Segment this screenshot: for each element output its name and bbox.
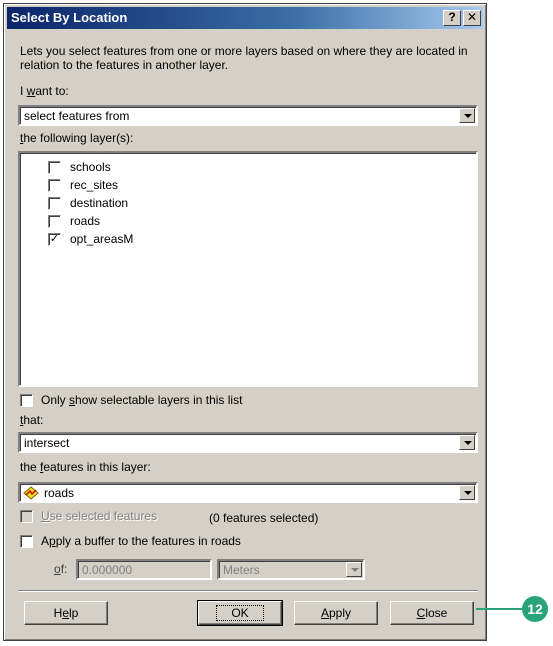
layer-name: opt_areasM	[70, 232, 134, 246]
source-layer-dropdown[interactable]: roads	[18, 482, 478, 503]
only-show-checkbox[interactable]	[20, 394, 33, 407]
layers-label: the following layer(s):	[20, 131, 134, 145]
buffer-distance-input: 0.000000	[76, 559, 212, 580]
of-label: of:	[54, 562, 68, 576]
i-want-to-label: I want to:	[20, 84, 69, 98]
selected-count-text: (0 features selected)	[209, 511, 319, 525]
layer-checkbox[interactable]: ✓	[48, 233, 61, 246]
method-dropdown[interactable]: select features from	[18, 105, 478, 126]
description-text: Lets you select features from one or mor…	[20, 44, 468, 72]
step-callout-badge: 12	[522, 596, 548, 622]
method-value: select features from	[24, 109, 130, 123]
features-layer-label: the features in this layer:	[20, 460, 151, 474]
layer-name: schools	[70, 160, 111, 174]
close-title-button[interactable]: ✕	[463, 10, 481, 26]
layer-name: rec_sites	[70, 178, 119, 192]
buffer-units-dropdown: Meters	[217, 559, 365, 580]
select-by-location-dialog: Select By Location ? ✕ Lets you select f…	[3, 3, 487, 641]
layer-checkbox[interactable]	[48, 179, 61, 192]
line-layer-icon	[23, 486, 39, 500]
help-title-button[interactable]: ?	[443, 10, 461, 26]
ok-button[interactable]: OK	[197, 600, 283, 626]
help-button[interactable]: Help	[24, 601, 108, 625]
callout-line	[476, 608, 526, 610]
layer-checkbox[interactable]	[48, 161, 61, 174]
chevron-down-icon[interactable]	[459, 435, 475, 450]
apply-button[interactable]: Apply	[294, 601, 378, 625]
window-title: Select By Location	[11, 10, 128, 25]
close-button[interactable]: Close	[390, 601, 474, 625]
use-selected-label: Use selected features	[41, 509, 158, 523]
that-label: that:	[20, 413, 44, 427]
apply-buffer-checkbox[interactable]	[20, 535, 33, 548]
layers-list[interactable]: schools rec_sites destination roads ✓ op…	[18, 151, 478, 387]
layer-name: destination	[70, 196, 129, 210]
buffer-units-value: Meters	[223, 563, 260, 577]
buffer-distance-value: 0.000000	[82, 563, 133, 577]
spatial-relationship-dropdown[interactable]: intersect	[18, 432, 478, 453]
only-show-label: Only show selectable layers in this list	[41, 393, 243, 407]
use-selected-checkbox	[20, 510, 33, 523]
apply-buffer-label: Apply a buffer to the features in roads	[41, 534, 241, 548]
chevron-down-icon[interactable]	[459, 108, 475, 123]
layer-checkbox[interactable]	[48, 215, 61, 228]
chevron-down-icon	[346, 562, 362, 577]
chevron-down-icon[interactable]	[459, 485, 475, 500]
title-bar: Select By Location ? ✕	[7, 7, 483, 29]
layer-name: roads	[70, 214, 101, 228]
layer-checkbox[interactable]	[48, 197, 61, 210]
relationship-value: intersect	[24, 436, 70, 450]
source-layer-value: roads	[44, 486, 75, 500]
divider	[18, 590, 478, 592]
